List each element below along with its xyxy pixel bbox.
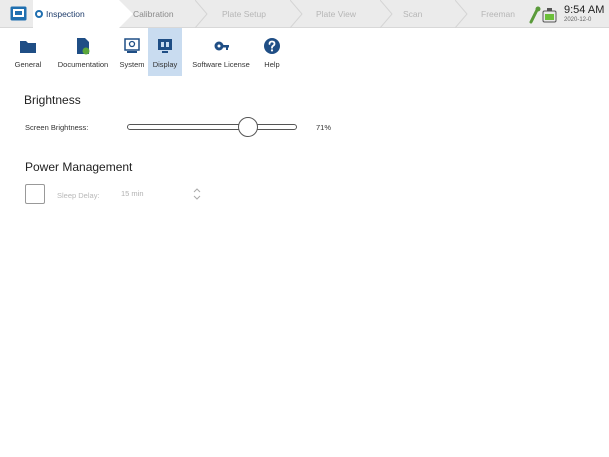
inspection-app-icon[interactable] [10, 6, 27, 21]
category-documentation-label: Documentation [57, 60, 109, 69]
battery-icon [542, 8, 557, 23]
help-icon [264, 38, 280, 54]
display-icon [158, 39, 172, 53]
tab-freeman[interactable]: Freeman [481, 0, 515, 28]
screen-brightness-label: Screen Brightness: [25, 123, 89, 132]
tab-plate-setup[interactable]: Plate Setup [222, 0, 266, 28]
spin-arrows-icon[interactable] [193, 187, 201, 201]
active-step-icon [35, 10, 43, 18]
chevron-separator-icon [380, 0, 393, 28]
tab-scan[interactable]: Scan [403, 0, 422, 28]
status-icons [529, 6, 557, 24]
chevron-separator-icon [290, 0, 303, 28]
tab-plate-view[interactable]: Plate View [316, 0, 356, 28]
tab-calibration[interactable]: Calibration [133, 0, 174, 28]
category-software-license[interactable]: Software License [182, 28, 260, 76]
tab-inspection-label: Inspection [46, 9, 85, 19]
brightness-slider-thumb[interactable] [237, 117, 258, 137]
power-management-section-title: Power Management [25, 160, 133, 174]
category-software-license-label: Software License [192, 60, 250, 69]
category-help-label: Help [264, 60, 280, 69]
folder-icon [20, 41, 36, 53]
sleep-delay-value: 15 min [121, 189, 144, 198]
category-display-label: Display [152, 60, 178, 69]
sleep-delay-checkbox[interactable] [25, 184, 45, 204]
workflow-tab-bar: Inspection Calibration Plate Setup Plate… [0, 0, 609, 28]
category-general-label: General [14, 60, 42, 69]
category-help[interactable]: Help [260, 28, 284, 76]
brightness-value: 71% [316, 123, 332, 132]
system-icon [124, 38, 140, 53]
key-icon [214, 41, 229, 51]
category-documentation[interactable]: Documentation [50, 28, 116, 76]
clock-time: 9:54 AM [564, 4, 605, 16]
category-system[interactable]: System [116, 28, 148, 76]
category-general[interactable]: General [6, 28, 50, 76]
sleep-delay-label: Sleep Delay: [57, 191, 100, 200]
category-display[interactable]: Display [148, 28, 182, 76]
clock-date: 2020-12-0 [564, 17, 592, 23]
chevron-separator-icon [195, 0, 208, 28]
probe-icon [529, 6, 541, 24]
category-system-label: System [119, 60, 145, 69]
settings-category-bar: General Documentation System Display Sof… [0, 28, 609, 76]
document-icon [77, 38, 90, 55]
brightness-section-title: Brightness [24, 93, 81, 107]
sleep-delay-spinbox[interactable]: 15 min [115, 185, 205, 203]
chevron-separator-icon [119, 0, 133, 28]
brightness-slider-track[interactable] [127, 124, 297, 130]
chevron-separator-icon [455, 0, 468, 28]
tab-inspection[interactable]: Inspection [33, 0, 119, 28]
